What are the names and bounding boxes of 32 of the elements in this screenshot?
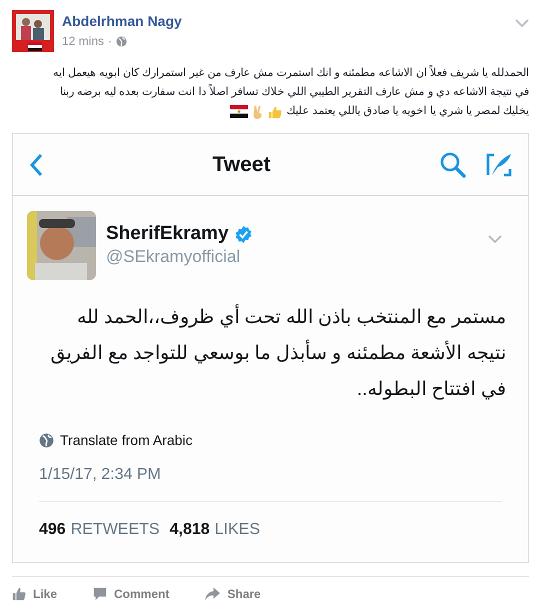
- translate-link[interactable]: Translate from Arabic: [60, 430, 193, 451]
- back-icon[interactable]: [29, 152, 43, 176]
- post-text-line: الحمدلله يا شريف فعلاً ان الاشاعه مطمئنه و انك استمرت مش عارف من غير استمرارك كان ابويه هيعمل ايه: [52, 64, 529, 81]
- thumbs-up-icon: [268, 104, 282, 118]
- tweet-author-name: SherifEkramy: [106, 223, 229, 245]
- tweet-handle: @SEkramyofficial: [106, 246, 242, 268]
- separator-dot: ·: [108, 33, 112, 50]
- post-text-line: يخليك لمصر يا شري يا اخويه يا صادق ياللي يعتمد عليك: [286, 104, 529, 119]
- stat-label: LIKES: [214, 520, 260, 540]
- search-icon[interactable]: [440, 152, 466, 178]
- globe-icon: [39, 433, 54, 448]
- post-text-line: في نتيجة الاشاعه دي و مش عارف التقرير الطيبي اللي خلاك تسافر اصلاً دا انت سفارت بعده ليه برضه ربنا: [60, 83, 529, 100]
- tweet-screenshot[interactable]: [12, 133, 529, 563]
- flag-icon: [230, 105, 248, 118]
- stat-count: 4,818: [170, 520, 210, 540]
- stat-count: 496: [39, 520, 66, 540]
- chevron-down-icon[interactable]: [488, 235, 502, 244]
- nav-title: Tweet: [212, 152, 272, 178]
- stat-label: RETWEETS: [70, 520, 160, 540]
- post-action-button[interactable]: Like: [12, 585, 58, 603]
- tweet-text: مستمر مع المنتخب باذن الله تحت أي ظروف،،الحمد لله نتيجه الأشعة مطمئنه و سأبذل ما بوسعي للتواجد مع الفريق في افتتاح البطوله..: [13, 300, 528, 408]
- tweet-date: 1/15/17, 2:34 PM: [38, 465, 162, 485]
- share-arrow-icon: [205, 587, 220, 601]
- chevron-down-icon[interactable]: [515, 18, 529, 28]
- post-action-button[interactable]: Comment: [93, 585, 170, 603]
- post-action-button[interactable]: Share: [205, 585, 261, 603]
- compose-quill-icon[interactable]: [486, 152, 512, 178]
- globe-icon: [116, 36, 128, 46]
- thumbs-up-icon: [12, 587, 26, 601]
- post-time[interactable]: 12 mins: [62, 32, 104, 50]
- author-name[interactable]: Abdelrhman Nagy: [62, 12, 507, 30]
- comment-icon: [93, 587, 108, 601]
